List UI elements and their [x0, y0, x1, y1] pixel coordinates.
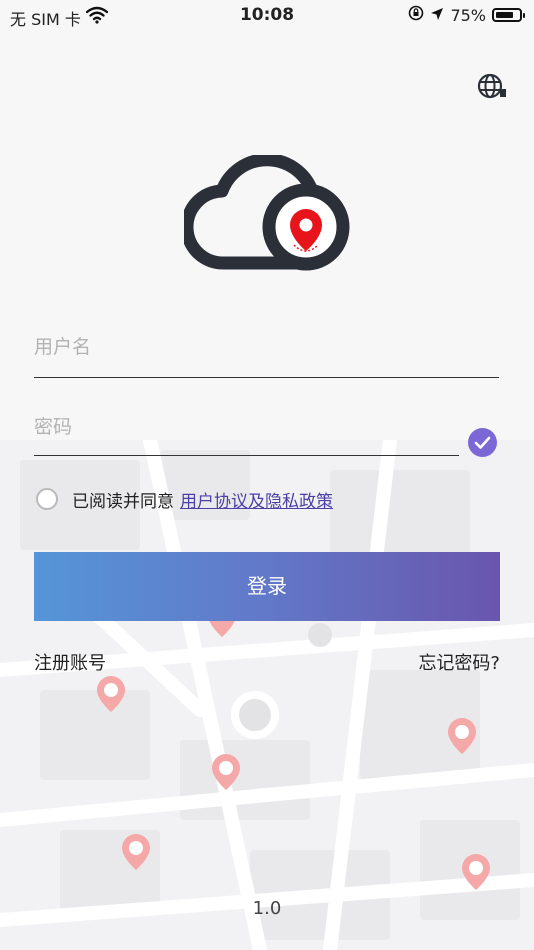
status-right-group: 75% — [408, 5, 525, 25]
register-link[interactable]: 注册账号 — [34, 649, 106, 675]
username-field — [34, 336, 499, 378]
check-circle-icon — [474, 436, 491, 449]
globe-icon — [477, 73, 506, 99]
agreement-text: 已阅读并同意 — [72, 491, 174, 512]
username-underline — [34, 377, 499, 378]
language-button[interactable] — [476, 72, 508, 100]
agreement-checkbox[interactable] — [36, 488, 58, 510]
app-version: 1.0 — [252, 898, 282, 919]
forgot-password-link[interactable]: 忘记密码? — [418, 649, 500, 675]
location-arrow-icon — [430, 6, 444, 25]
cloud-location-pin-logo — [180, 153, 350, 271]
password-visibility-toggle[interactable] — [468, 428, 497, 457]
login-button[interactable]: 登录 — [34, 552, 500, 621]
username-input[interactable] — [34, 336, 499, 358]
password-input[interactable] — [34, 416, 459, 438]
user-agreement-link[interactable]: 用户协议及隐私政策 — [180, 487, 333, 512]
rotation-lock-icon — [408, 5, 424, 25]
app-logo — [180, 153, 350, 277]
password-underline — [34, 455, 459, 456]
password-field — [34, 416, 459, 456]
battery-percent: 75% — [450, 5, 486, 25]
map-background — [0, 440, 534, 950]
battery-icon — [492, 8, 525, 22]
agreement-row: 已阅读并同意 用户协议及隐私政策 — [36, 486, 333, 512]
status-bar: 无 SIM 卡 10:08 75% — [0, 0, 534, 32]
